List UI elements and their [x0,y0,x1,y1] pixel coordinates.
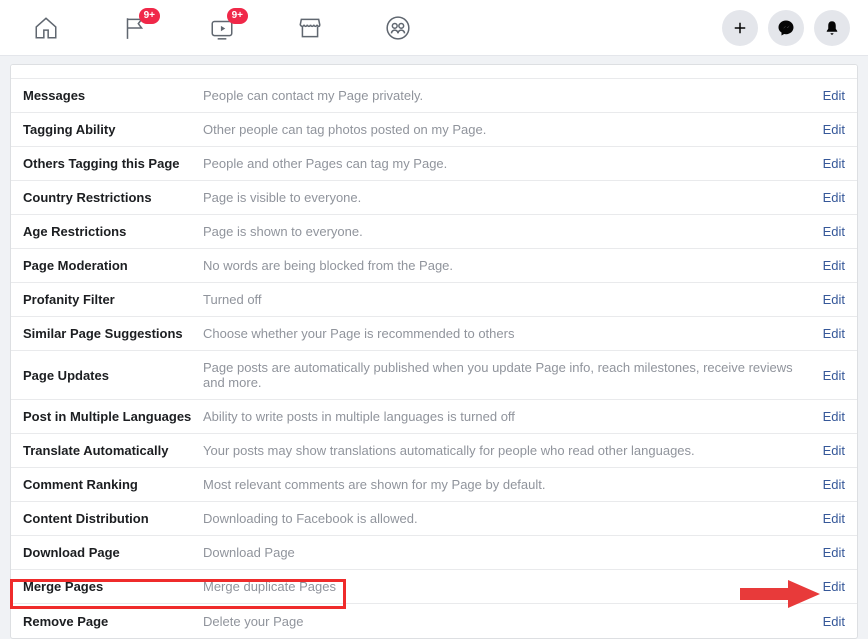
row-description: Choose whether your Page is recommended … [203,326,813,341]
row-description: Page is visible to everyone. [203,190,813,205]
edit-link[interactable]: Edit [823,258,845,273]
edit-link[interactable]: Edit [823,443,845,458]
row-description: Merge duplicate Pages [203,579,813,594]
settings-row: MessagesPeople can contact my Page priva… [11,79,857,113]
nav-left-group: 9+ 9+ [32,14,412,42]
settings-row: Country RestrictionsPage is visible to e… [11,181,857,215]
row-label: Profanity Filter [23,292,203,307]
row-label: Post in Multiple Languages [23,409,203,424]
settings-list: MessagesPeople can contact my Page priva… [10,64,858,639]
pages-flag-icon[interactable]: 9+ [120,14,148,42]
settings-row: Comment RankingMost relevant comments ar… [11,468,857,502]
bell-icon [823,19,841,37]
settings-row: Content DistributionDownloading to Faceb… [11,502,857,536]
edit-link[interactable]: Edit [823,292,845,307]
edit-link[interactable]: Edit [823,409,845,424]
row-description: Turned off [203,292,813,307]
messenger-button[interactable] [768,10,804,46]
settings-row: Merge PagesMerge duplicate Pages Edit [11,570,857,604]
edit-link[interactable]: Edit [823,545,845,560]
row-label: Similar Page Suggestions [23,326,203,341]
notifications-button[interactable] [814,10,850,46]
row-label: Tagging Ability [23,122,203,137]
nav-right-group [722,10,850,46]
edit-link[interactable]: Edit [823,579,845,594]
row-label: Comment Ranking [23,477,203,492]
edit-link[interactable]: Edit [823,88,845,103]
settings-row: Profanity FilterTurned off Edit [11,283,857,317]
settings-row: Page ModerationNo words are being blocke… [11,249,857,283]
row-label: Country Restrictions [23,190,203,205]
pages-badge: 9+ [139,8,160,24]
row-description: Delete your Page [203,614,813,629]
row-label: Page Moderation [23,258,203,273]
row-label: Messages [23,88,203,103]
row-description: Page posts are automatically published w… [203,360,813,390]
edit-link[interactable]: Edit [823,326,845,341]
settings-row: Translate AutomaticallyYour posts may sh… [11,434,857,468]
row-description: No words are being blocked from the Page… [203,258,813,273]
marketplace-icon[interactable] [296,14,324,42]
groups-icon[interactable] [384,14,412,42]
partial-row-top [11,65,857,79]
content-area: MessagesPeople can contact my Page priva… [0,56,868,639]
edit-link[interactable]: Edit [823,368,845,383]
edit-link[interactable]: Edit [823,477,845,492]
settings-row: Remove PageDelete your Page Edit [11,604,857,638]
row-label: Merge Pages [23,579,203,594]
row-label: Content Distribution [23,511,203,526]
row-label: Page Updates [23,368,203,383]
row-description: Most relevant comments are shown for my … [203,477,813,492]
settings-row: Post in Multiple LanguagesAbility to wri… [11,400,857,434]
plus-icon [731,19,749,37]
watch-badge: 9+ [227,8,248,24]
home-icon[interactable] [32,14,60,42]
settings-row: Age RestrictionsPage is shown to everyon… [11,215,857,249]
edit-link[interactable]: Edit [823,190,845,205]
row-description: People can contact my Page privately. [203,88,813,103]
row-label: Remove Page [23,614,203,629]
create-button[interactable] [722,10,758,46]
row-label: Others Tagging this Page [23,156,203,171]
settings-row: Similar Page SuggestionsChoose whether y… [11,317,857,351]
watch-icon[interactable]: 9+ [208,14,236,42]
row-description: Your posts may show translations automat… [203,443,813,458]
settings-row: Tagging AbilityOther people can tag phot… [11,113,857,147]
row-description: Download Page [203,545,813,560]
row-description: Ability to write posts in multiple langu… [203,409,813,424]
row-label: Age Restrictions [23,224,203,239]
edit-link[interactable]: Edit [823,122,845,137]
row-description: Other people can tag photos posted on my… [203,122,813,137]
settings-row: Page UpdatesPage posts are automatically… [11,351,857,400]
row-description: Page is shown to everyone. [203,224,813,239]
row-label: Translate Automatically [23,443,203,458]
settings-row: Others Tagging this PagePeople and other… [11,147,857,181]
edit-link[interactable]: Edit [823,224,845,239]
edit-link[interactable]: Edit [823,156,845,171]
edit-link[interactable]: Edit [823,511,845,526]
row-description: Downloading to Facebook is allowed. [203,511,813,526]
top-navigation-bar: 9+ 9+ [0,0,868,56]
messenger-icon [777,19,795,37]
row-description: People and other Pages can tag my Page. [203,156,813,171]
row-label: Download Page [23,545,203,560]
settings-row: Download PageDownload Page Edit [11,536,857,570]
edit-link[interactable]: Edit [823,614,845,629]
